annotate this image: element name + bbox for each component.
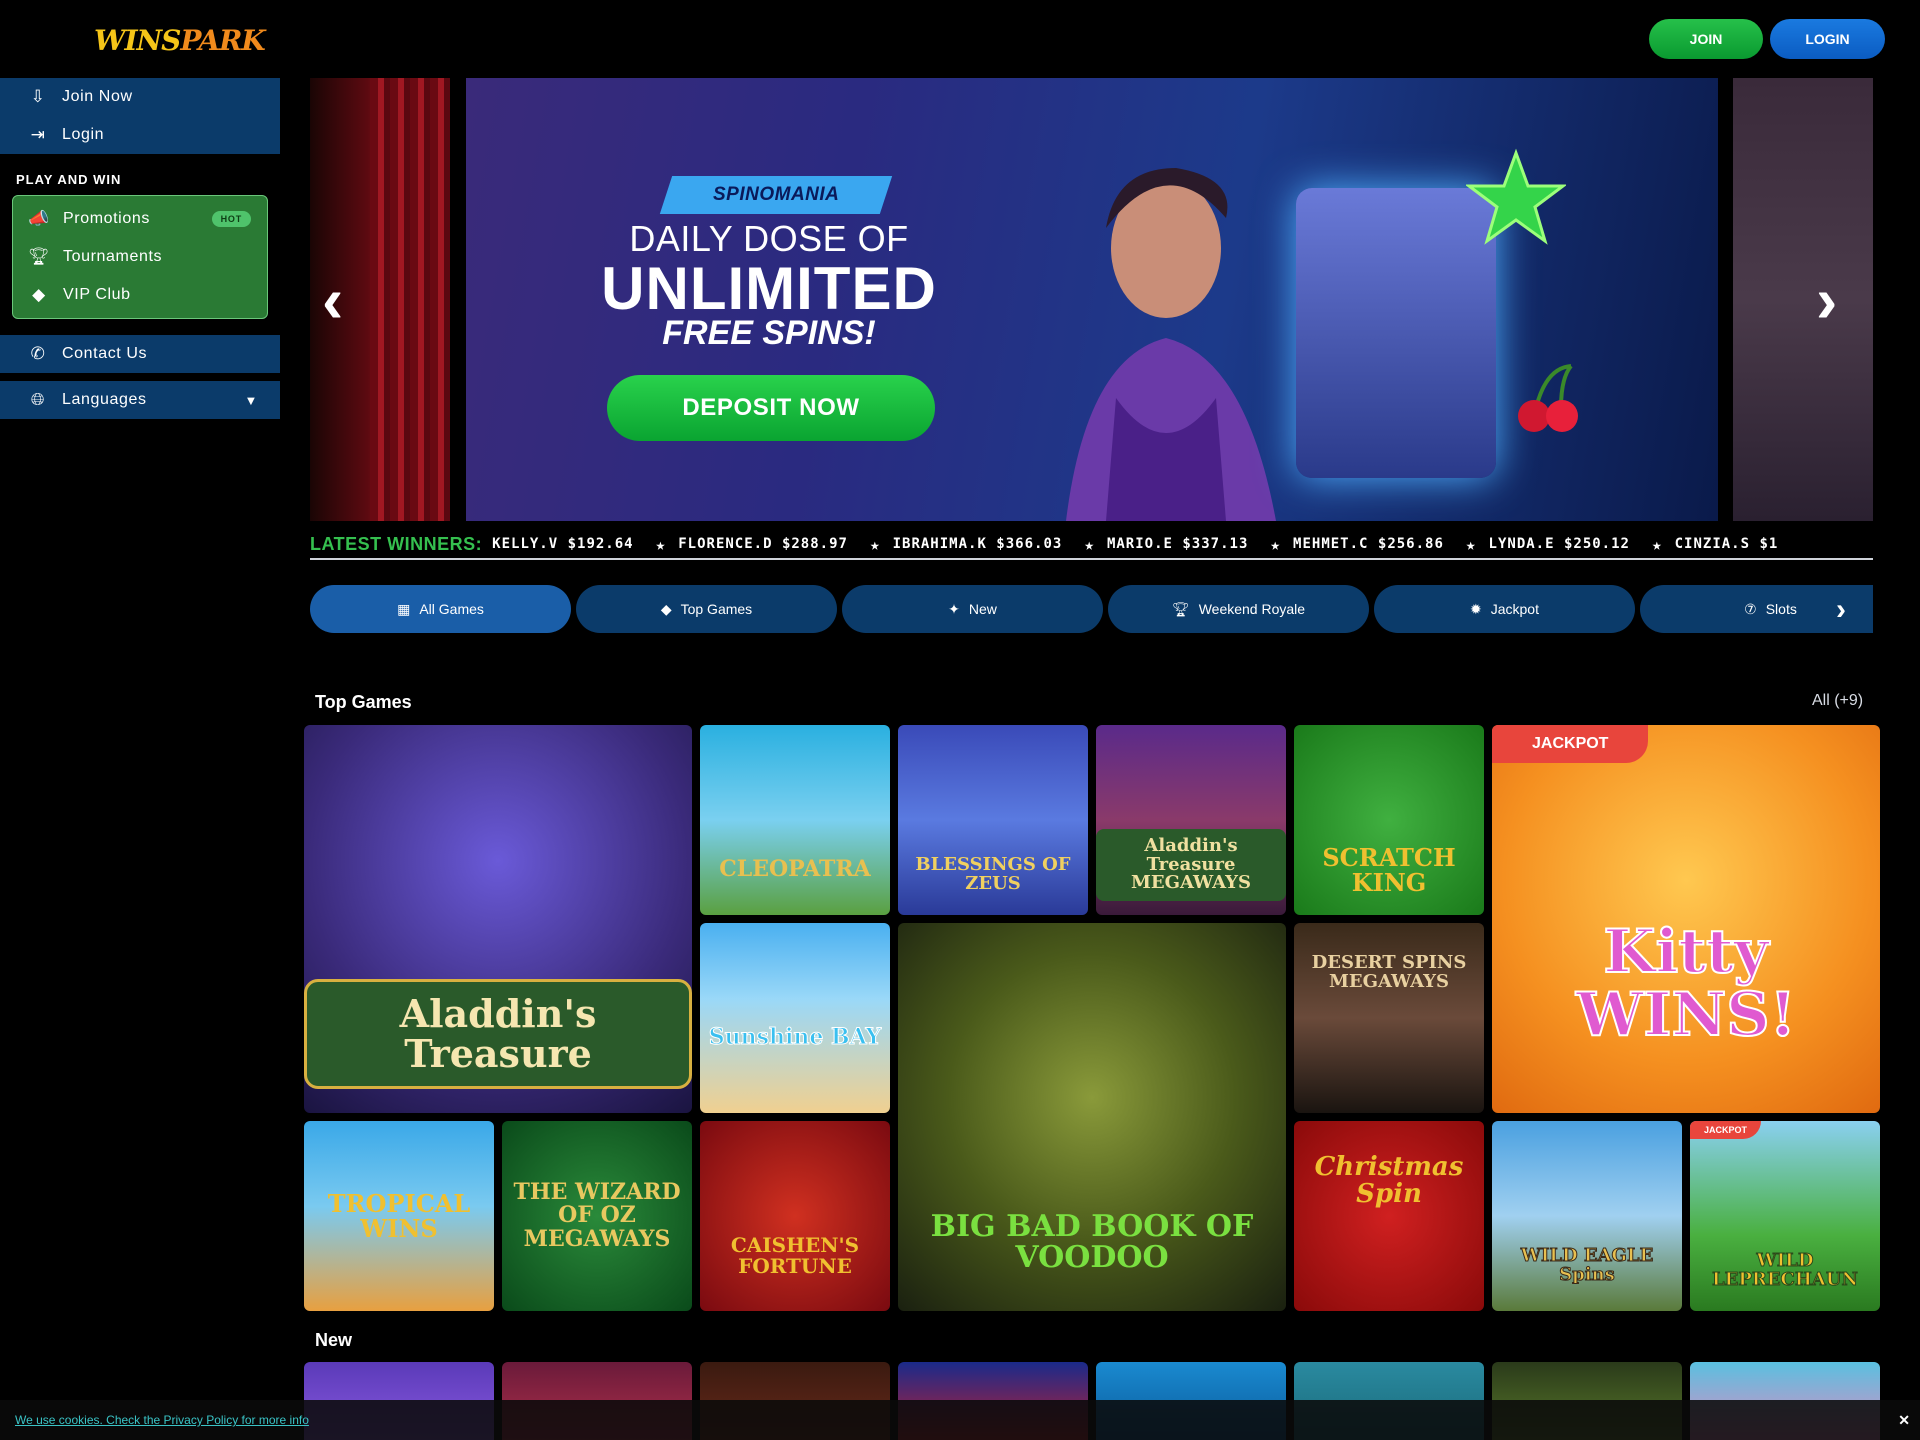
slots-777-icon: ⑦ xyxy=(1744,600,1757,617)
winner-entry: ★ LYNDA.E $250.12 xyxy=(1465,534,1630,554)
sidebar-account-block: ⇩ Join Now ⇥ Login xyxy=(0,78,280,154)
game-tile[interactable]: TROPICAL WINS xyxy=(304,1121,494,1311)
join-button[interactable]: JOIN xyxy=(1649,19,1763,59)
sidebar-item-languages[interactable]: 🌐︎ Languages ▼ xyxy=(0,381,280,419)
winner-entry: ★ FLORENCE.D $288.97 xyxy=(655,534,848,554)
gear-icon: ✹ xyxy=(1470,600,1482,617)
sidebar-item-login[interactable]: ⇥ Login xyxy=(0,116,280,154)
trophy-icon: 🏆︎ xyxy=(27,247,51,266)
game-tile[interactable]: JACKPOT Kitty WINS! xyxy=(1492,725,1880,1113)
trophy-icon: 🏆︎ xyxy=(1171,600,1190,617)
game-tile[interactable]: Aladdin's Treasure MEGAWAYS xyxy=(1096,725,1286,915)
sidebar-item-promotions[interactable]: 📣 Promotions HOT xyxy=(13,200,267,238)
close-icon[interactable]: ✕ xyxy=(1898,1412,1910,1429)
sidebar-section-heading: PLAY AND WIN xyxy=(16,172,122,187)
banner-line3: FREE SPINS! xyxy=(662,314,876,352)
star-icon: ★ xyxy=(869,534,881,554)
game-tile[interactable]: DESERT SPINS MEGAWAYS xyxy=(1294,923,1484,1113)
carousel-prev-arrow-icon[interactable]: ‹ xyxy=(322,268,343,332)
game-tile[interactable]: CAISHEN'S FORTUNE xyxy=(700,1121,890,1311)
login-button[interactable]: LOGIN xyxy=(1770,19,1885,59)
banner-line2: UNLIMITED xyxy=(601,255,937,322)
phone-icon: ✆ xyxy=(30,344,46,363)
latest-winners-label: LATEST WINNERS: xyxy=(310,533,483,554)
hot-badge: HOT xyxy=(211,211,251,227)
banner-main-slide[interactable]: SPINOMANIA DAILY DOSE OF UNLIMITED FREE … xyxy=(466,78,1718,521)
megaphone-icon: 📣 xyxy=(28,209,50,228)
game-tile[interactable]: Sunshine BAY xyxy=(700,923,890,1113)
top-games-all-link[interactable]: All (+9) xyxy=(1812,692,1863,710)
game-tile[interactable]: SCRATCH KING xyxy=(1294,725,1484,915)
sparkle-icon: ✦ xyxy=(948,600,960,617)
sidebar: ⇩ Join Now ⇥ Login PLAY AND WIN 📣 Promot… xyxy=(0,78,280,419)
sidebar-item-label: VIP Club xyxy=(63,286,131,303)
carousel-next-arrow-icon[interactable]: › xyxy=(1816,268,1837,332)
login-icon: ⇥ xyxy=(30,125,46,144)
cookie-bar: We use cookies. Check the Privacy Policy… xyxy=(0,1400,1920,1440)
latest-winners-ticker: LATEST WINNERS: KELLY.V $192.64 ★ FLORENC… xyxy=(310,530,1873,560)
game-tile[interactable]: BLESSINGS OF ZEUS xyxy=(898,725,1088,915)
sidebar-item-label: Contact Us xyxy=(62,345,148,362)
star-icon xyxy=(1466,148,1566,245)
diamond-icon: ◆ xyxy=(660,600,672,617)
curtain-image xyxy=(370,78,450,521)
winspark-logo[interactable]: WINSPARK xyxy=(94,24,266,57)
game-tile[interactable]: WILD EAGLE Spins xyxy=(1492,1121,1682,1311)
jackpot-badge: JACKPOT xyxy=(1690,1121,1762,1139)
jackpot-badge: JACKPOT xyxy=(1492,725,1649,763)
section-title-new: New xyxy=(315,1330,353,1350)
star-icon: ★ xyxy=(1270,534,1282,554)
sidebar-item-label: Tournaments xyxy=(63,248,163,265)
cherries-icon xyxy=(1518,364,1578,432)
sidebar-item-label: Languages xyxy=(62,391,147,408)
winner-entry: ★ MEHMET.C $256.86 xyxy=(1270,534,1444,554)
star-icon: ★ xyxy=(655,534,667,554)
tabs-next-arrow-icon[interactable]: › xyxy=(1836,593,1846,627)
diamond-icon: ◆ xyxy=(32,285,46,304)
sidebar-item-tournaments[interactable]: 🏆︎ Tournaments xyxy=(13,238,267,276)
game-tile[interactable]: Aladdin's Treasure xyxy=(304,725,692,1113)
sidebar-item-label: Promotions xyxy=(63,210,150,227)
game-tile[interactable]: BIG BAD BOOK OF VOODOO xyxy=(898,923,1286,1311)
category-tabs: ▦ All Games ◆ Top Games ✦ New 🏆︎ Weekend Roy… xyxy=(310,585,1873,633)
deposit-now-button[interactable]: DEPOSIT NOW xyxy=(607,375,935,441)
grid-icon: ▦ xyxy=(397,600,411,617)
tab-top-games[interactable]: ◆ Top Games xyxy=(576,585,837,633)
banner-next-slide[interactable] xyxy=(1733,78,1873,521)
winner-entry: ★ CINZIA.S $1 xyxy=(1651,534,1779,554)
sidebar-item-vip-club[interactable]: ◆ VIP Club xyxy=(13,276,267,314)
section-title-top-games: Top Games xyxy=(315,692,412,712)
star-icon: ★ xyxy=(1651,534,1663,554)
game-tile[interactable]: Christmas Spin xyxy=(1294,1121,1484,1311)
sidebar-item-label: Join Now xyxy=(62,88,133,105)
header: WINSPARK JOIN LOGIN xyxy=(0,0,1920,78)
tab-new[interactable]: ✦ New xyxy=(842,585,1103,633)
star-icon: ★ xyxy=(1465,534,1477,554)
sidebar-play-block: 📣 Promotions HOT 🏆︎ Tournaments ◆ VIP Cl… xyxy=(12,195,268,319)
sidebar-item-contact-us[interactable]: ✆ Contact Us xyxy=(0,335,280,373)
winner-entry: KELLY.V $192.64 xyxy=(492,536,634,552)
sidebar-item-label: Login xyxy=(62,126,105,143)
tab-jackpot[interactable]: ✹ Jackpot xyxy=(1374,585,1635,633)
chevron-down-icon: ▼ xyxy=(244,392,258,408)
game-tile[interactable]: THE WIZARD OF OZ MEGAWAYS xyxy=(502,1121,692,1311)
privacy-policy-link[interactable]: We use cookies. Check the Privacy Policy… xyxy=(15,1413,309,1427)
banner-woman-image xyxy=(1066,168,1276,521)
join-icon: ⇩ xyxy=(30,87,46,106)
winner-entry: ★ MARIO.E $337.13 xyxy=(1084,534,1249,554)
star-icon: ★ xyxy=(1084,534,1095,554)
tab-all-games[interactable]: ▦ All Games xyxy=(310,585,571,633)
spinomania-tag: SPINOMANIA xyxy=(659,176,893,214)
globe-icon: 🌐︎ xyxy=(30,390,46,409)
sidebar-item-join-now[interactable]: ⇩ Join Now xyxy=(0,78,280,116)
winner-entry: ★ IBRAHIMA.K $366.03 xyxy=(869,534,1063,554)
tab-weekend-royale[interactable]: 🏆︎ Weekend Royale xyxy=(1108,585,1369,633)
game-tile[interactable]: CLEOPATRA xyxy=(700,725,890,915)
game-tile[interactable]: JACKPOT WILD LEPRECHAUN xyxy=(1690,1121,1880,1311)
